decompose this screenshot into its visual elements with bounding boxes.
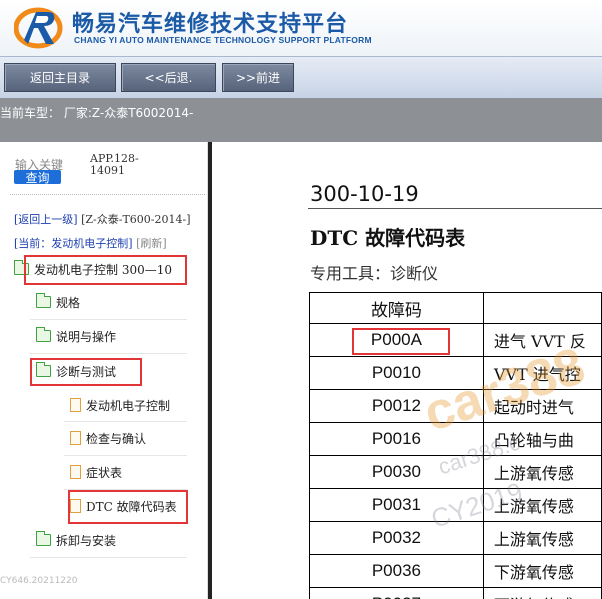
document-title: DTC 故障代码表 — [310, 226, 466, 250]
tree-item-specs[interactable]: 规格 — [36, 289, 80, 315]
divider — [30, 319, 187, 320]
refresh-link[interactable]: [刷新] — [136, 237, 167, 250]
back-button[interactable]: <<后退. — [121, 63, 216, 92]
query-button[interactable]: 查询 — [14, 170, 61, 185]
chang-yi-logo-icon — [14, 7, 63, 49]
divider — [64, 421, 187, 422]
dtc-description-cell: 进气 VVT 反 — [482, 323, 602, 357]
highlight-box — [30, 358, 142, 386]
brand-subtitle: CHANG YI AUTO MAINTENANCE TECHNOLOGY SUP… — [74, 35, 372, 45]
tree-item-symptoms[interactable]: 症状表 — [70, 459, 122, 485]
table-row: P0032 上游氧传感 — [309, 521, 602, 555]
divider — [10, 194, 205, 195]
tree-item-label: 规格 — [56, 295, 81, 310]
dtc-description-cell: 凸轮轴与曲 — [482, 422, 602, 456]
app-window: 畅易汽车维修技术支持平台 CHANG YI AUTO MAINTENANCE T… — [0, 0, 602, 599]
dtc-code-cell: P0031 — [309, 488, 484, 522]
divider — [30, 353, 187, 354]
table-row: P0012 起动时进气 — [309, 389, 602, 423]
divider — [64, 455, 187, 456]
tree-item-inspection[interactable]: 检查与确认 — [70, 425, 146, 451]
dtc-code-cell: P0030 — [309, 455, 484, 489]
tree-item-label: 症状表 — [86, 465, 123, 480]
tree-item-engine-doc[interactable]: 发动机电子控制 — [70, 392, 170, 418]
header-banner: 畅易汽车维修技术支持平台 CHANG YI AUTO MAINTENANCE T… — [0, 0, 602, 56]
dtc-description-cell: 上游氧传感 — [482, 488, 602, 522]
brand-title: 畅易汽车维修技术支持平台 — [72, 12, 349, 37]
table-row: P0036 下游氧传感 — [309, 554, 602, 588]
dtc-code-cell: P0016 — [309, 422, 484, 456]
dtc-code-cell: P0010 — [309, 356, 484, 390]
dtc-code-cell: P0037 — [309, 587, 484, 599]
folder-icon — [36, 293, 51, 308]
tree-item-label: 发动机电子控制 — [86, 398, 171, 413]
folder-icon — [36, 531, 51, 546]
sidebar: 输入关键 查询 APP.128-14091 [返回上一级] [Z-众泰-T600… — [0, 142, 208, 599]
dtc-code-cell: P0012 — [309, 389, 484, 423]
breadcrumb: [返回上一级] [Z-众泰-T600-2014-] — [14, 214, 199, 226]
dtc-description-cell: VVT 进气控 — [482, 356, 602, 390]
divider — [308, 208, 602, 209]
tree-item-removal[interactable]: 拆卸与安装 — [36, 527, 116, 553]
highlight-box — [68, 490, 188, 524]
highlight-box — [24, 255, 187, 285]
highlight-box — [352, 328, 450, 355]
dtc-description-cell: 上游氧传感 — [482, 521, 602, 555]
document-icon — [70, 465, 81, 479]
dtc-description-cell: 起动时进气 — [482, 389, 602, 423]
dtc-code-cell: P0032 — [309, 521, 484, 555]
table-row: P0031 上游氧传感 — [309, 488, 602, 522]
table-header-row: 故障码 — [309, 292, 602, 324]
dtc-description-cell: 下游氧传感 — [482, 554, 602, 588]
dtc-description-cell: 下游氧传感 — [482, 587, 602, 599]
version-footer: CY646.20211220 — [0, 576, 78, 586]
document-icon — [70, 398, 81, 412]
current-location-label: [当前：发动机电子控制] — [14, 237, 133, 250]
dtc-code-cell: P0036 — [309, 554, 484, 588]
tree-item-label: 拆卸与安装 — [56, 533, 117, 548]
breadcrumb-path: [Z-众泰-T600-2014-] — [81, 213, 191, 226]
app-version: APP.128-14091 — [90, 152, 139, 177]
document-pane: 300-10-19 DTC 故障代码表 专用工具：诊断仪 故障码 P000A 进气… — [212, 142, 602, 599]
dtc-description-cell: 上游氧传感 — [482, 455, 602, 489]
table-row: P0016 凸轮轴与曲 — [309, 422, 602, 456]
tree-item-label: 检查与确认 — [86, 431, 147, 446]
vehicle-status-text: 当前车型： 厂家:Z-众泰T6002014- — [0, 106, 194, 120]
column-header-description — [482, 292, 602, 324]
column-header-code: 故障码 — [309, 292, 484, 324]
document-icon — [70, 431, 81, 445]
table-row: P0010 VVT 进气控 — [309, 356, 602, 390]
divider — [30, 557, 187, 558]
home-button[interactable]: 返回主目录 — [4, 63, 116, 92]
table-row: P0037下游氧传感 — [309, 587, 602, 599]
table-row: P0030 上游氧传感 — [309, 455, 602, 489]
special-tool-text: 专用工具：诊断仪 — [310, 264, 439, 283]
toolbar: 返回主目录 <<后退. >>前进 — [0, 56, 602, 98]
current-location: [当前：发动机电子控制] [刷新] — [14, 238, 204, 250]
vehicle-status-bar: 当前车型： 厂家:Z-众泰T6002014- — [0, 98, 602, 142]
forward-button[interactable]: >>前进 — [222, 63, 294, 92]
back-level-link[interactable]: [返回上一级] — [14, 213, 78, 226]
tree-item-label: 说明与操作 — [56, 329, 117, 344]
document-code: 300-10-19 — [310, 182, 419, 206]
folder-icon — [36, 327, 51, 342]
tree-item-description[interactable]: 说明与操作 — [36, 323, 116, 349]
